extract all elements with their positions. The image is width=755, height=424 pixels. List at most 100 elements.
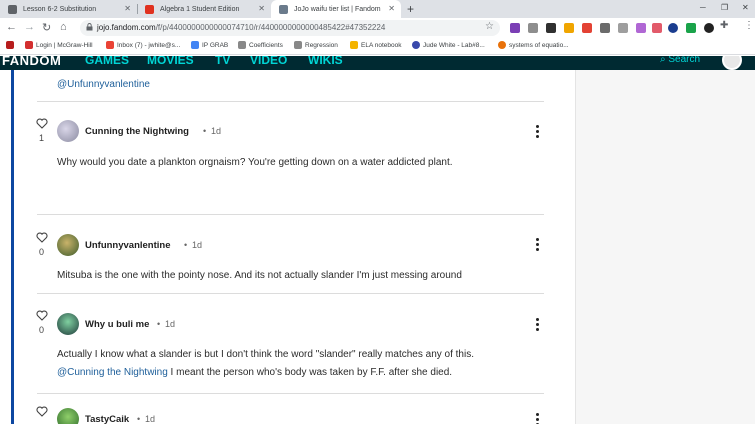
timestamp: 1d — [145, 414, 156, 424]
avatar[interactable] — [57, 120, 79, 142]
url-text: jojo.fandom.com/f/p/4400000000000074710/… — [97, 23, 386, 32]
more-options-icon[interactable] — [536, 125, 540, 139]
forward-icon[interactable]: → — [24, 21, 35, 33]
menu-icon[interactable]: ⋮ — [744, 20, 754, 31]
reply-text-line-2: @Cunning the Nightwing I meant the perso… — [57, 367, 453, 378]
maximize-icon[interactable]: ❐ — [721, 3, 728, 12]
gear-icon — [498, 41, 506, 49]
heart-icon[interactable] — [36, 118, 48, 129]
like-count: 0 — [39, 325, 45, 335]
fandom-logo[interactable]: FANDOM — [2, 56, 61, 68]
username[interactable]: Cunning the Nightwing — [85, 126, 189, 137]
puzzle-icon[interactable]: ✚ — [720, 20, 728, 31]
username[interactable]: TastyCaik — [85, 414, 129, 424]
bookmarks-bar: Login | McGraw-Hill Inbox (7) - jwhite@s… — [0, 38, 755, 55]
fandom-icon — [279, 4, 288, 14]
folder-icon — [350, 41, 358, 49]
tab-lesson[interactable]: Lesson 6-2 Substitution ✕ — [0, 0, 137, 18]
divider — [37, 393, 544, 394]
extension-icon[interactable] — [510, 23, 520, 33]
tab-title: Algebra 1 Student Edition — [160, 5, 240, 13]
bookmark-ipgrab[interactable]: IP GRAB — [191, 41, 228, 49]
extension-icon[interactable] — [652, 23, 662, 33]
username[interactable]: Why u buli me — [85, 319, 149, 330]
bookmark-systems[interactable]: systems of equatio... — [498, 41, 569, 49]
mention-link[interactable]: @Cunning the Nightwing — [57, 367, 168, 378]
extension-icon[interactable] — [528, 23, 538, 33]
mcgraw-icon — [25, 41, 33, 49]
bookmark-login[interactable]: Login | McGraw-Hill — [25, 41, 93, 49]
mention-link[interactable]: @Unfunnyvanlentine — [57, 79, 150, 90]
close-icon[interactable]: ✕ — [124, 4, 131, 13]
nav-video[interactable]: VIDEO — [250, 56, 287, 67]
divider — [37, 293, 544, 294]
close-icon[interactable]: ✕ — [258, 4, 265, 13]
classroom-icon — [8, 4, 17, 14]
home-icon[interactable]: ⌂ — [60, 21, 67, 33]
extension-icon[interactable] — [564, 23, 574, 33]
extension-icon[interactable] — [636, 23, 646, 33]
more-options-icon[interactable] — [536, 238, 540, 252]
lock-icon — [86, 23, 93, 31]
bookmark-ela[interactable]: ELA notebook — [350, 41, 401, 49]
search-link[interactable]: ⌕ Search — [660, 56, 700, 65]
extension-icon[interactable] — [600, 23, 610, 33]
avatar[interactable] — [57, 313, 79, 335]
bookmark-coefficients[interactable]: Coefficients — [238, 41, 283, 49]
timestamp: 1d — [192, 240, 203, 250]
tab-strip: Lesson 6-2 Substitution ✕ Algebra 1 Stud… — [0, 0, 755, 18]
reload-icon[interactable]: ↻ — [42, 21, 51, 34]
k-icon — [412, 41, 420, 49]
more-options-icon[interactable] — [536, 318, 540, 332]
google-icon — [191, 41, 199, 49]
extension-icon[interactable] — [546, 23, 556, 33]
doc-icon — [294, 41, 302, 49]
username[interactable]: Unfunnyvanlentine — [85, 240, 171, 251]
like-count: 0 — [39, 247, 45, 257]
bookmark-inbox[interactable]: Inbox (7) - jwhite@s... — [106, 41, 180, 49]
mcgraw-icon — [145, 4, 154, 14]
heart-icon[interactable] — [36, 406, 48, 417]
fandom-header: FANDOM GAMES MOVIES TV VIDEO WIKIS ⌕ Sea… — [0, 56, 755, 70]
address-bar[interactable]: jojo.fandom.com/f/p/4400000000000074710/… — [80, 20, 500, 36]
doc-icon — [238, 41, 246, 49]
divider — [37, 214, 544, 215]
reply-text: Why would you date a plankton orgnaism? … — [57, 157, 453, 168]
nav-wikis[interactable]: WIKIS — [308, 56, 343, 67]
nav-games[interactable]: GAMES — [85, 56, 129, 67]
heart-icon[interactable] — [36, 232, 48, 243]
timestamp: 1d — [211, 126, 222, 136]
thread-indicator — [11, 70, 14, 424]
reply-text: Mitsuba is the one with the pointy nose.… — [57, 270, 462, 281]
extension-icon[interactable] — [618, 23, 628, 33]
reply-text: Actually I know what a slander is but I … — [57, 349, 474, 360]
tab-jojo[interactable]: JoJo waifu tier list | Fandom ✕ — [271, 0, 401, 18]
like-count: 1 — [39, 133, 45, 143]
extension-icon[interactable] — [582, 23, 592, 33]
nav-movies[interactable]: MOVIES — [147, 56, 194, 67]
heart-icon[interactable] — [36, 310, 48, 321]
avatar[interactable] — [57, 408, 79, 424]
timestamp: 1d — [165, 319, 176, 329]
avatar[interactable] — [57, 234, 79, 256]
bookmark-star-icon[interactable]: ☆ — [485, 21, 494, 32]
tab-title: JoJo waifu tier list | Fandom — [294, 5, 381, 13]
close-icon[interactable]: ✕ — [388, 4, 395, 13]
user-avatar[interactable] — [722, 56, 742, 70]
bookmark-lab[interactable]: Jude White - Lab#8... — [412, 41, 485, 49]
browser-toolbar: ← → ↻ ⌂ jojo.fandom.com/f/p/440000000000… — [0, 18, 755, 38]
extension-icon[interactable] — [668, 23, 678, 33]
gmail-icon — [106, 41, 114, 49]
bookmark-regression[interactable]: Regression — [294, 41, 338, 49]
window-close-icon[interactable]: ✕ — [742, 3, 749, 12]
nav-tv[interactable]: TV — [215, 56, 230, 67]
back-icon[interactable]: ← — [6, 21, 17, 33]
divider — [37, 101, 544, 102]
new-tab-button[interactable]: + — [407, 2, 414, 16]
tab-algebra[interactable]: Algebra 1 Student Edition ✕ — [137, 0, 271, 18]
minimize-icon[interactable]: ─ — [700, 3, 706, 12]
bookmark-icon[interactable] — [6, 41, 17, 49]
extension-icon[interactable] — [686, 23, 696, 33]
extension-icon[interactable] — [704, 23, 714, 33]
more-options-icon[interactable] — [536, 413, 540, 424]
